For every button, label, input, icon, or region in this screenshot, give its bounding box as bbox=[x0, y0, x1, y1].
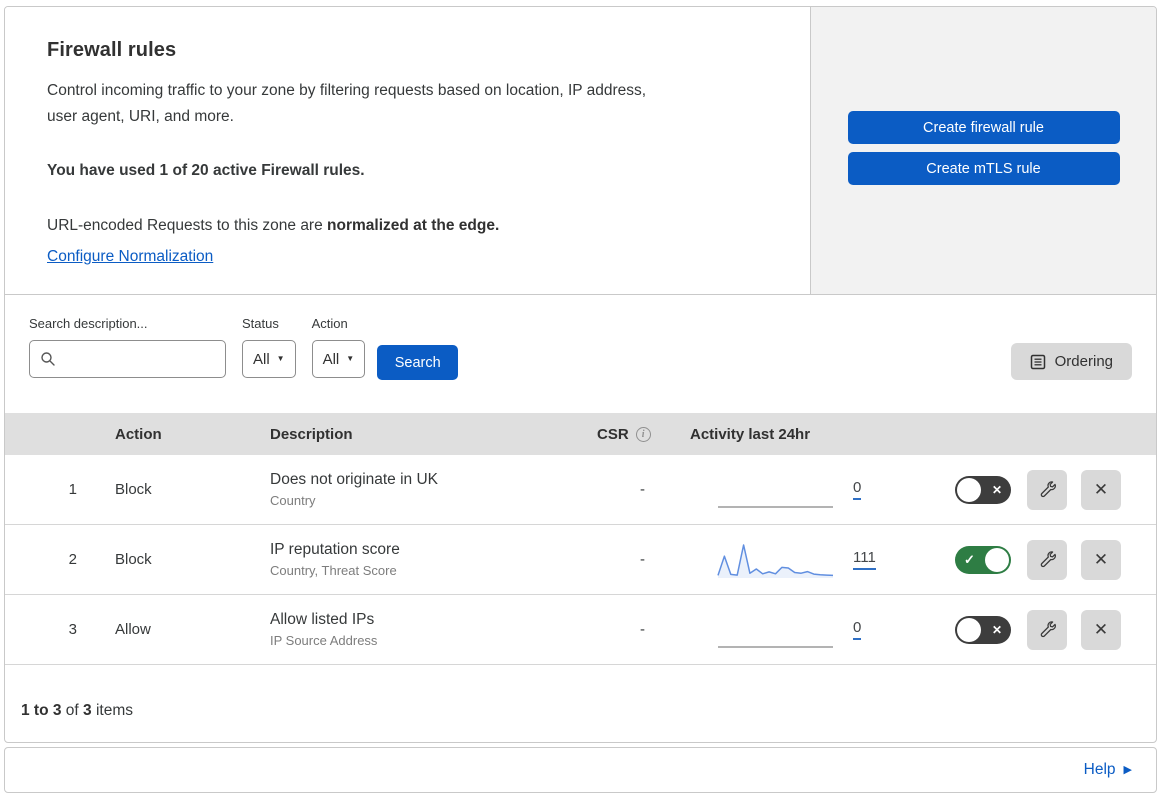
rule-description-cell: Does not originate in UK Country bbox=[270, 471, 595, 508]
close-icon: ✕ bbox=[1093, 549, 1109, 569]
rule-fields: Country bbox=[270, 493, 316, 508]
rule-activity-cell: 0 bbox=[690, 471, 935, 509]
delete-rule-button[interactable]: ✕ bbox=[1081, 469, 1121, 510]
rule-description-cell: IP reputation score Country, Threat Scor… bbox=[270, 541, 595, 578]
search-input[interactable] bbox=[64, 350, 215, 368]
rule-csr: - bbox=[640, 481, 645, 498]
rule-controls: ✕ bbox=[935, 469, 1156, 510]
header-description: Description bbox=[270, 425, 353, 443]
rule-activity-cell: 0 bbox=[690, 611, 935, 649]
rule-priority: 3 bbox=[68, 621, 77, 638]
status-select[interactable]: All ▼ bbox=[242, 340, 296, 378]
toggle-knob bbox=[957, 617, 981, 642]
create-firewall-rule-button[interactable]: Create firewall rule bbox=[847, 111, 1120, 144]
action-label: Action bbox=[311, 316, 348, 331]
rule-action: Block bbox=[115, 551, 152, 568]
header-csr: CSR bbox=[595, 426, 690, 443]
activity-sparkline bbox=[718, 645, 833, 648]
rule-action: Block bbox=[115, 481, 152, 498]
intro-panel: Firewall rules Control incoming traffic … bbox=[5, 7, 811, 294]
status-label: Status bbox=[242, 316, 279, 331]
delete-rule-button[interactable]: ✕ bbox=[1081, 539, 1121, 580]
toggle-state-icon bbox=[992, 623, 1002, 635]
ordering-list-icon bbox=[1030, 354, 1045, 369]
header-action: Action bbox=[115, 425, 162, 443]
search-icon bbox=[41, 352, 55, 366]
toggle-knob bbox=[985, 547, 1009, 572]
toggle-knob bbox=[957, 477, 981, 502]
search-label: Search description... bbox=[29, 316, 148, 331]
edit-rule-button[interactable] bbox=[1027, 539, 1067, 580]
wrench-icon bbox=[1040, 550, 1056, 567]
search-box[interactable] bbox=[29, 340, 226, 378]
search-group: Search description... bbox=[29, 316, 226, 378]
wrench-icon bbox=[1040, 620, 1056, 637]
chevron-down-icon: ▼ bbox=[276, 354, 285, 363]
delete-rule-button[interactable]: ✕ bbox=[1081, 609, 1121, 650]
activity-count-link[interactable]: 0 bbox=[853, 479, 862, 500]
rule-controls: ✕ bbox=[935, 609, 1156, 650]
ordering-button[interactable]: Ordering bbox=[1010, 343, 1132, 380]
top-section: Firewall rules Control incoming traffic … bbox=[5, 7, 1156, 295]
usage-summary: You have used 1 of 20 active Firewall ru… bbox=[47, 162, 365, 179]
rule-description-cell: Allow listed IPs IP Source Address bbox=[270, 611, 595, 648]
toggle-state-icon bbox=[992, 483, 1002, 495]
chevron-down-icon: ▼ bbox=[346, 354, 355, 363]
rule-description: Allow listed IPs bbox=[270, 611, 375, 628]
activity-sparkline bbox=[718, 505, 833, 508]
close-icon: ✕ bbox=[1093, 619, 1109, 639]
enable-toggle[interactable] bbox=[955, 615, 1011, 644]
activity-sparkline bbox=[717, 543, 834, 578]
status-filter-group: Status All ▼ bbox=[242, 316, 296, 378]
page-title: Firewall rules bbox=[47, 39, 177, 61]
header-activity: Activity last 24hr bbox=[690, 425, 811, 443]
action-filter-group: Action All ▼ bbox=[311, 316, 366, 378]
edit-rule-button[interactable] bbox=[1027, 609, 1067, 650]
arrow-right-icon: ▶ bbox=[1123, 763, 1132, 776]
activity-count-link[interactable]: 111 bbox=[853, 549, 876, 570]
rule-fields: IP Source Address bbox=[270, 633, 378, 648]
filter-toolbar: Search description... Status All ▼ Actio… bbox=[5, 295, 1156, 413]
configure-normalization-link[interactable]: Configure Normalization bbox=[47, 248, 213, 266]
table-row: 1 Block Does not originate in UK Country… bbox=[5, 455, 1156, 525]
edit-rule-button[interactable] bbox=[1027, 469, 1067, 510]
csr-info-icon[interactable] bbox=[635, 426, 651, 442]
rule-activity-cell: 111 bbox=[690, 541, 935, 579]
rule-controls: ✕ bbox=[935, 539, 1156, 580]
firewall-rules-card: Firewall rules Control incoming traffic … bbox=[4, 6, 1157, 743]
table-row: 3 Allow Allow listed IPs IP Source Addre… bbox=[5, 595, 1156, 665]
normalization-note: URL-encoded Requests to this zone are no… bbox=[47, 217, 500, 234]
search-button[interactable]: Search bbox=[377, 345, 459, 380]
action-select[interactable]: All ▼ bbox=[311, 340, 366, 378]
actions-panel: Create firewall rule Create mTLS rule bbox=[811, 7, 1156, 294]
help-card: Help ▶ bbox=[4, 747, 1157, 793]
create-mtls-rule-button[interactable]: Create mTLS rule bbox=[847, 152, 1120, 185]
enable-toggle[interactable] bbox=[955, 545, 1011, 574]
table-row: 2 Block IP reputation score Country, Thr… bbox=[5, 525, 1156, 595]
rule-fields: Country, Threat Score bbox=[270, 563, 397, 578]
rule-action: Allow bbox=[115, 621, 151, 638]
close-icon: ✕ bbox=[1093, 479, 1109, 499]
help-link[interactable]: Help ▶ bbox=[1084, 761, 1132, 779]
rule-csr: - bbox=[640, 621, 645, 638]
toggle-state-icon bbox=[964, 553, 975, 566]
table-header: Action Description CSR Activity last 24h… bbox=[5, 413, 1156, 455]
wrench-icon bbox=[1040, 480, 1056, 497]
rule-priority: 1 bbox=[68, 481, 77, 498]
rule-description: Does not originate in UK bbox=[270, 471, 439, 488]
activity-count-link[interactable]: 0 bbox=[853, 619, 862, 640]
page-description: Control incoming traffic to your zone by… bbox=[47, 82, 647, 125]
pagination-summary: 1 to 3 of 3 items bbox=[21, 702, 133, 719]
rule-csr: - bbox=[640, 551, 645, 568]
enable-toggle[interactable] bbox=[955, 475, 1011, 504]
rule-description: IP reputation score bbox=[270, 541, 400, 558]
rule-priority: 2 bbox=[68, 551, 77, 568]
